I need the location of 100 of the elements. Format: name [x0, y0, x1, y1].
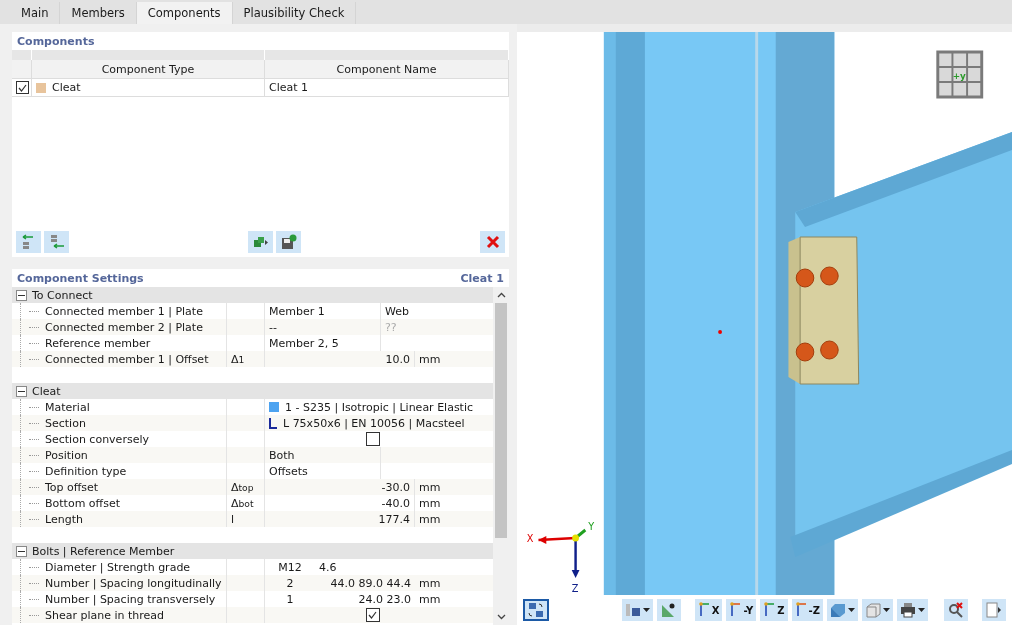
checkbox[interactable] — [365, 432, 380, 446]
axis-label: Z — [571, 582, 579, 594]
property-value: 1 — [285, 591, 295, 607]
caret-icon — [883, 608, 890, 612]
collapse-toggle[interactable] — [16, 289, 27, 301]
property-label: Connected member 2 | Plate — [45, 320, 203, 334]
axis-arrows-icon — [794, 602, 807, 618]
symbol-cell — [226, 607, 265, 623]
axis-label: Y — [588, 520, 595, 532]
context-label: Cleat 1 — [460, 271, 504, 285]
view-direction-button[interactable]: Z — [760, 599, 788, 621]
property-label: Connected member 1 | Offset — [45, 352, 209, 366]
group-heading: Bolts | Reference Member — [32, 544, 175, 558]
panel-title: Components — [17, 34, 95, 48]
property-value: 2 — [285, 575, 295, 591]
unit-label: mm — [418, 351, 442, 367]
panel-arrow-icon — [986, 602, 1002, 618]
insert-above-button[interactable] — [16, 231, 41, 253]
chevron-up-icon — [496, 292, 506, 298]
property-label: Connected member 1 | Plate — [45, 304, 203, 318]
property-label: Number | Spacing transversely — [45, 592, 216, 606]
property-label: Section conversely — [45, 432, 149, 446]
import-button[interactable] — [248, 231, 273, 253]
table-cell: Cleat 1 — [269, 81, 309, 94]
save-button[interactable] — [276, 231, 301, 253]
property-label: Number | Spacing longitudinally — [45, 576, 222, 590]
table-icon — [624, 602, 641, 618]
insert-row-icon — [48, 234, 65, 250]
collapse-toggle[interactable] — [16, 545, 27, 557]
collapse-toggle[interactable] — [16, 385, 27, 397]
property-value: L 75x50x6 | EN 10056 | Macsteel — [283, 416, 465, 430]
property-label: Section — [45, 416, 86, 430]
wireframe-button[interactable] — [862, 599, 893, 621]
tab[interactable]: Components — [136, 2, 233, 24]
view-direction-button[interactable]: X — [694, 599, 723, 621]
caret-icon — [918, 608, 925, 612]
view-direction-button[interactable]: -Y — [726, 599, 757, 621]
scrollbar[interactable] — [493, 287, 509, 625]
checkbox[interactable] — [365, 608, 380, 622]
panel-title: Component Settings — [17, 271, 144, 285]
unit-label: mm — [418, 479, 442, 495]
unit-label: mm — [418, 591, 442, 607]
check-icon — [18, 83, 27, 92]
property-label: Definition type — [45, 464, 127, 478]
property-value: 4.6 — [318, 559, 338, 575]
column-header: Component Name — [265, 60, 509, 78]
display-options-button[interactable] — [621, 599, 653, 621]
column-header: Component Type — [32, 60, 265, 78]
group-heading: To Connect — [32, 288, 93, 302]
panel-toggle-button[interactable] — [982, 599, 1006, 621]
property-value: M12 — [277, 559, 303, 575]
property-label: Shear plane in thread — [45, 608, 165, 622]
property-label: Diameter | Strength grade — [45, 560, 191, 574]
chevron-down-icon — [496, 614, 506, 620]
caret-icon — [848, 608, 855, 612]
property-value: Web — [384, 303, 410, 319]
property-label: Top offset — [45, 480, 99, 494]
view-direction-button[interactable]: -Z — [791, 599, 823, 621]
model-viewport[interactable]: +y X Y Z — [517, 32, 1012, 595]
solid-block-icon — [830, 602, 846, 618]
property-value: 44.0 89.0 44.4 — [329, 575, 412, 591]
property-value: ?? — [384, 319, 398, 335]
sync-view-button[interactable] — [523, 599, 549, 621]
axis-arrows-icon — [763, 602, 776, 618]
measure-button[interactable] — [656, 599, 681, 621]
property-label: Length — [45, 512, 83, 526]
caret-icon — [642, 608, 650, 612]
magnifier-cross-icon — [948, 602, 964, 618]
axis-label: X — [526, 532, 534, 544]
table-cell: Cleat — [52, 81, 81, 94]
property-value: 1 - S235 | Isotropic | Linear Elastic — [285, 400, 474, 414]
property-value: 24.0 23.0 — [357, 591, 412, 607]
axis-arrows-icon — [697, 602, 710, 618]
property-value: 177.4 — [265, 511, 415, 527]
unit-label: mm — [418, 511, 442, 527]
property-value: 10.0 — [265, 351, 415, 367]
check-icon — [368, 611, 377, 619]
origin-point — [718, 330, 723, 334]
checkbox[interactable] — [16, 81, 29, 94]
close-icon — [484, 234, 501, 250]
cube-icon — [865, 602, 881, 618]
angle-section-icon — [269, 417, 277, 429]
property-label: Position — [45, 448, 88, 462]
cubes-arrow-icon — [252, 234, 269, 250]
window-swap-icon — [528, 602, 544, 618]
clear-selection-button[interactable] — [944, 599, 968, 621]
property-label: Reference member — [45, 336, 151, 350]
printer-icon — [900, 602, 916, 618]
delete-button[interactable] — [480, 231, 505, 253]
unit-label: mm — [418, 575, 442, 591]
group-heading: Cleat — [32, 384, 61, 398]
print-button[interactable] — [897, 599, 928, 621]
render-mode-button[interactable] — [827, 599, 858, 621]
insert-below-button[interactable] — [44, 231, 69, 253]
property-label: Material — [45, 400, 90, 414]
axis-arrows-icon — [729, 602, 742, 618]
axis-triad-drawing — [538, 528, 587, 578]
symbol-cell: l — [226, 511, 265, 527]
cube-face-label: +y — [952, 70, 966, 81]
property-label: Bottom offset — [45, 496, 120, 510]
